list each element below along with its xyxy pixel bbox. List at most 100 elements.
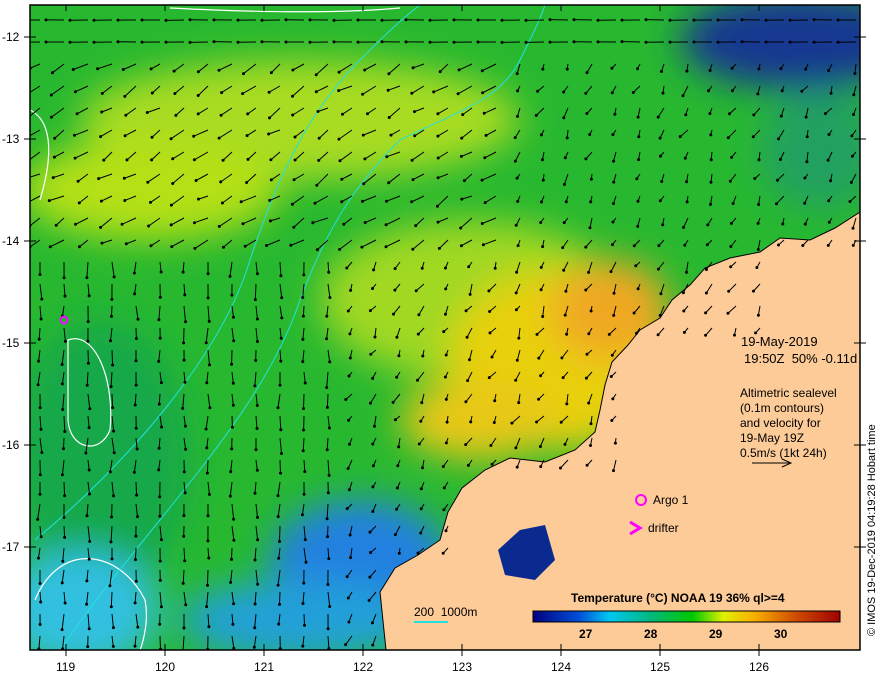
velocity-arrow-head	[481, 91, 485, 95]
velocity-arrow-head	[347, 374, 351, 378]
velocity-arrow-head	[279, 359, 283, 363]
velocity-arrow-head	[255, 340, 259, 343]
velocity-arrow-head	[515, 176, 519, 180]
velocity-arrow-head	[563, 156, 567, 160]
velocity-arrow-head	[541, 178, 545, 182]
velocity-arrow-head	[756, 248, 760, 251]
velocity-arrow-head	[159, 538, 163, 542]
velocity-arrow-head	[157, 318, 161, 322]
velocity-arrow-head	[63, 494, 67, 498]
velocity-arrow-head	[87, 294, 91, 298]
velocity-arrow-head	[75, 112, 79, 116]
velocity-arrow-head	[157, 402, 161, 406]
velocity-arrow-head	[387, 181, 391, 185]
velocity-arrow-head	[346, 309, 350, 313]
velocity-arrow	[63, 481, 66, 496]
velocity-arrow-head	[393, 418, 397, 422]
velocity-arrow-head	[752, 289, 755, 293]
velocity-arrow-head	[280, 316, 284, 320]
velocity-arrow-head	[589, 177, 593, 181]
velocity-arrow-head	[587, 332, 591, 336]
y-tick-label: -13	[2, 132, 20, 146]
velocity-arrow-head	[362, 182, 366, 186]
velocity-arrow-head	[706, 223, 710, 227]
velocity-arrow-head	[436, 112, 440, 116]
y-tick-label: -14	[2, 234, 20, 248]
velocity-arrow-head	[541, 245, 545, 249]
velocity-arrow-head	[395, 507, 399, 511]
velocity-arrow-head	[611, 133, 615, 137]
velocity-arrow-head	[778, 158, 782, 161]
velocity-arrow-head	[656, 267, 660, 271]
velocity-arrow-head	[314, 90, 318, 94]
velocity-arrow-head	[436, 156, 440, 160]
velocity-arrow-head	[301, 360, 305, 364]
velocity-arrow-head	[192, 158, 196, 162]
velocity-arrow-head	[243, 244, 247, 248]
velocity-arrow-head	[852, 113, 855, 116]
velocity-arrow-head	[397, 445, 401, 449]
velocity-arrow-head	[563, 313, 567, 317]
velocity-arrow-head	[230, 447, 234, 451]
velocity-arrow-head	[444, 312, 447, 316]
velocity-arrow-head	[196, 70, 200, 74]
velocity-arrow-head	[372, 268, 376, 272]
velocity-arrow-head	[387, 72, 391, 76]
velocity-arrow-head	[100, 91, 104, 95]
isobath-legend-label: 200 1000m	[414, 605, 478, 619]
velocity-arrow-head	[60, 473, 64, 477]
velocity-arrow-head	[188, 40, 192, 44]
velocity-arrow-head	[442, 508, 446, 512]
velocity-arrow-head	[548, 40, 552, 44]
velocity-arrow-head	[535, 332, 539, 336]
velocity-arrow-head	[60, 363, 64, 366]
velocity-arrow-head	[587, 270, 591, 274]
velocity-arrow-head	[63, 430, 67, 433]
velocity-arrow-head	[276, 494, 280, 498]
velocity-arrow-head	[230, 293, 234, 297]
velocity-arrow-head	[256, 582, 260, 586]
velocity-arrow-head	[777, 243, 780, 247]
velocity-arrow-head	[60, 628, 64, 632]
velocity-arrow-head	[489, 444, 493, 447]
velocity-arrow-head	[26, 160, 29, 163]
velocity-arrow-head	[280, 296, 284, 300]
velocity-arrow-head	[108, 584, 112, 588]
velocity-arrow-head	[267, 132, 271, 136]
velocity-arrow-head	[539, 265, 543, 269]
velocity-arrow-head	[493, 399, 497, 403]
velocity-arrow-head	[61, 408, 65, 411]
velocity-arrow-head	[658, 199, 662, 203]
velocity-arrow-head	[373, 335, 377, 339]
velocity-arrow-head	[217, 224, 221, 228]
velocity-arrow-head	[174, 113, 178, 117]
velocity-arrow	[39, 591, 42, 603]
velocity-arrow-head	[585, 112, 589, 115]
velocity-arrow-head	[488, 310, 492, 313]
x-tick-label: 125	[650, 660, 671, 674]
velocity-arrow-head	[303, 470, 307, 474]
velocity-arrow-head	[279, 471, 282, 475]
velocity-arrow-head	[194, 179, 198, 182]
velocity-arrow-head	[123, 134, 127, 138]
velocity-arrow-head	[63, 535, 67, 539]
velocity-arrow-head	[380, 40, 384, 44]
velocity-arrow-head	[88, 407, 92, 411]
velocity-arrow-head	[109, 339, 112, 343]
velocity-arrow-head	[416, 551, 420, 555]
velocity-arrow-head	[341, 112, 344, 116]
velocity-arrow-head	[133, 403, 137, 407]
velocity-arrow-head	[371, 287, 374, 290]
velocity-arrow-head	[239, 200, 243, 204]
velocity-arrow-head	[124, 242, 128, 246]
velocity-arrow-head	[540, 200, 543, 204]
velocity-arrow-head	[366, 112, 369, 116]
velocity-arrow-head	[410, 158, 414, 162]
velocity-arrow-head	[779, 67, 783, 71]
velocity-arrow-head	[182, 470, 186, 474]
velocity-arrow-head	[327, 270, 331, 274]
altimetry-line: (0.1m contours)	[740, 401, 825, 415]
velocity-arrow-head	[158, 622, 162, 626]
velocity-arrow-head	[68, 40, 72, 44]
velocity-arrow-head	[850, 134, 854, 138]
